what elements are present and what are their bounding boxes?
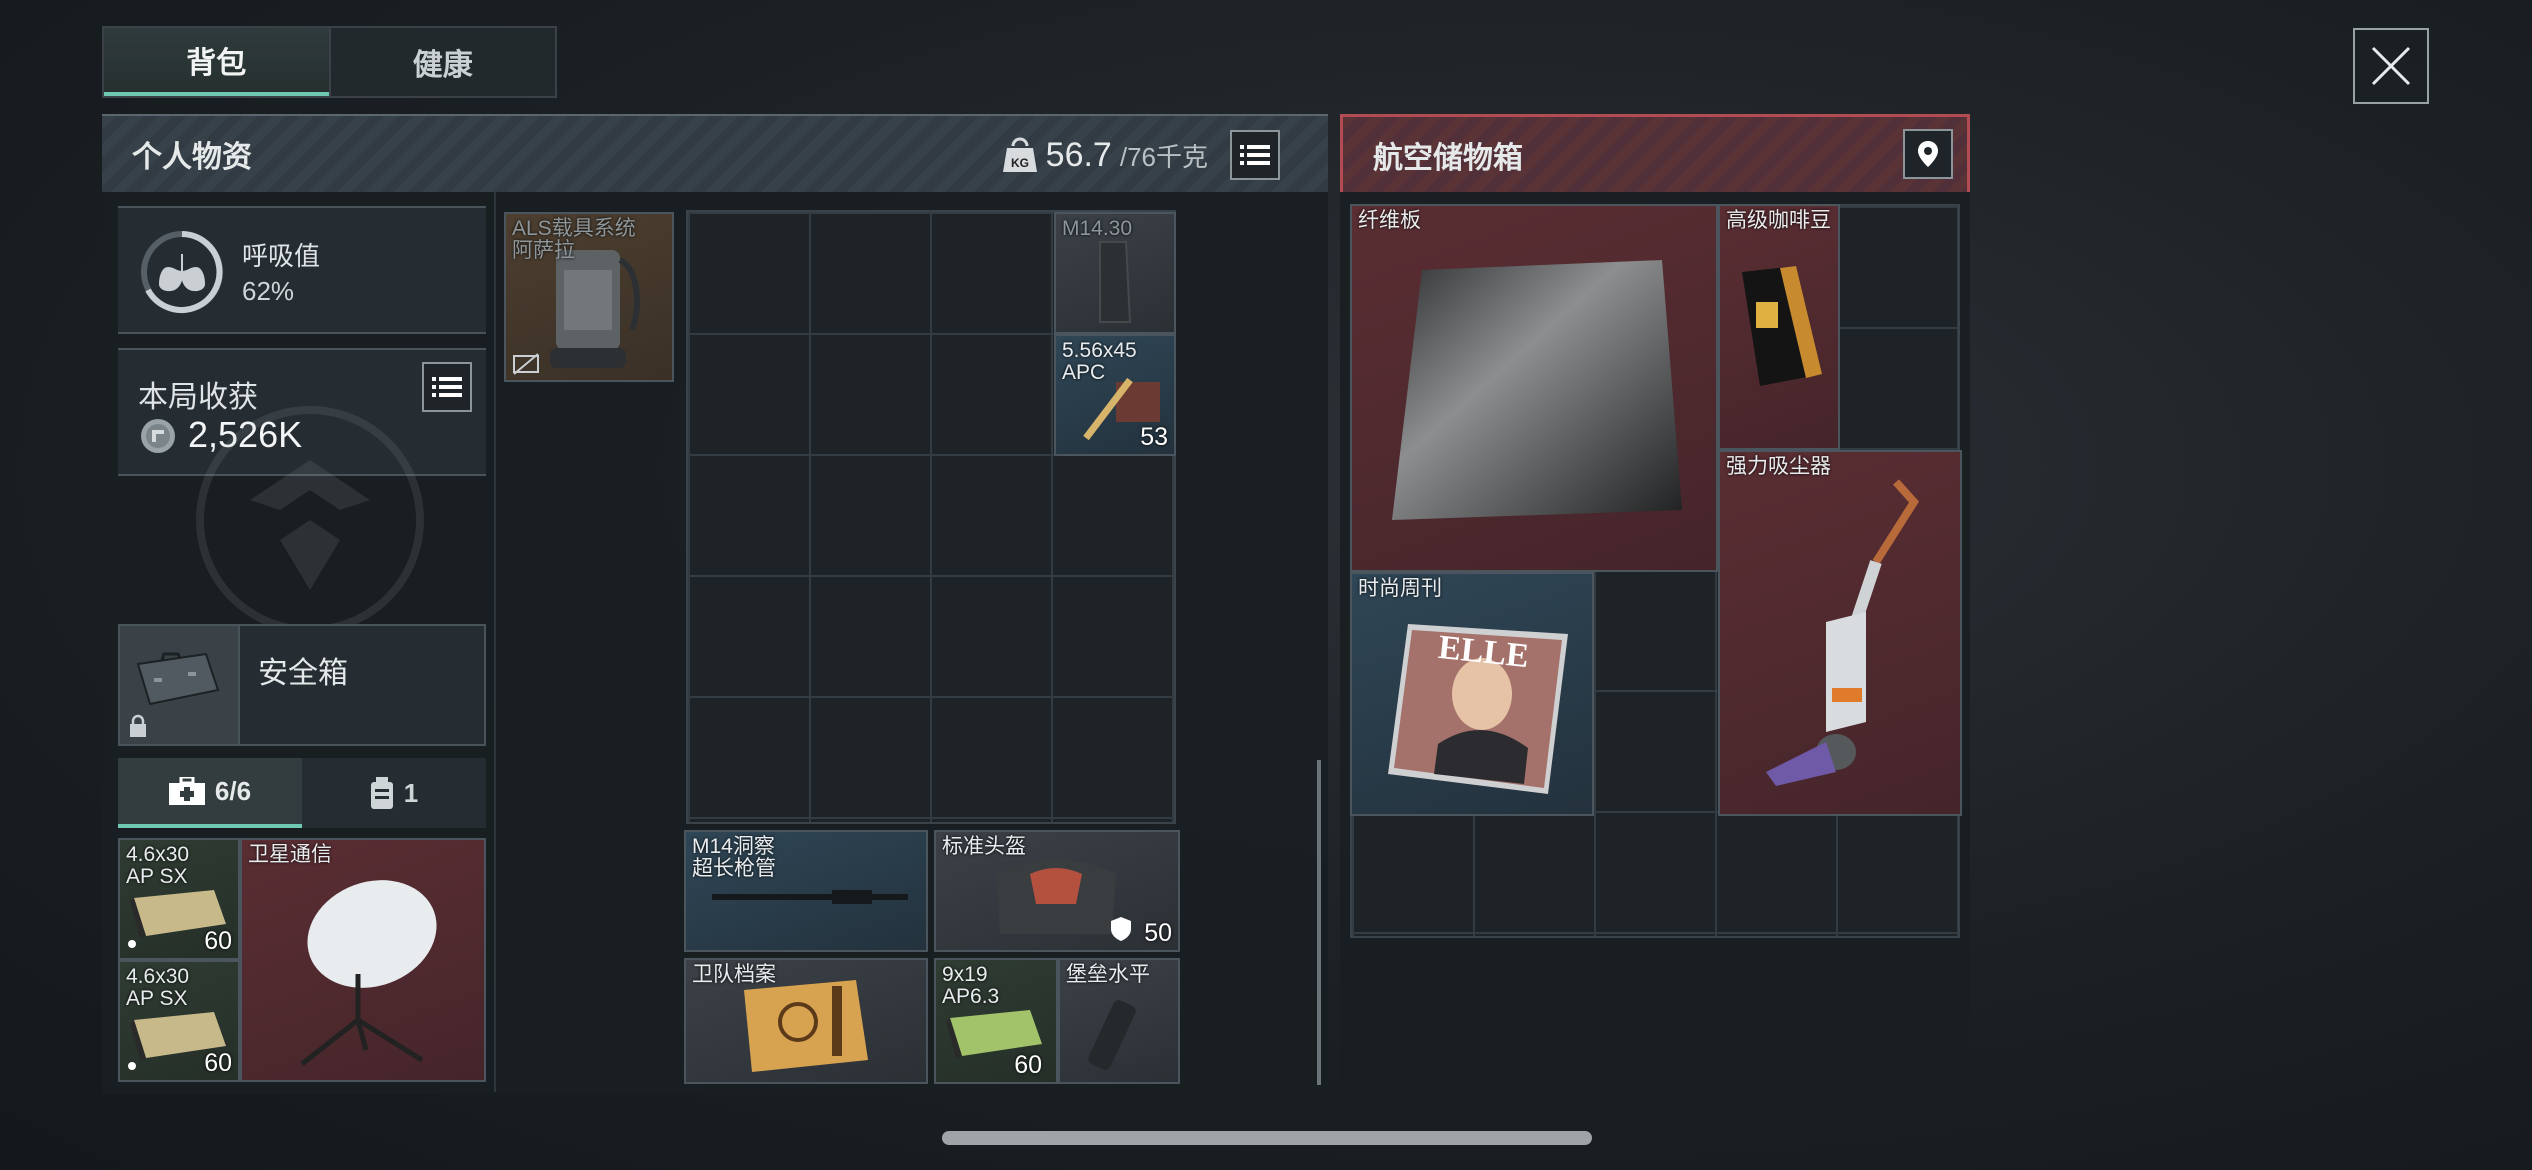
close-icon [2371, 46, 2411, 86]
coffee-bag-icon [1742, 266, 1822, 386]
item-name: ALS载具系统 阿萨拉 [512, 217, 636, 262]
item-name: 高级咖啡豆 [1726, 209, 1831, 232]
safe-box-label: 安全箱 [258, 657, 348, 690]
tab-backpack-pouch-label: 1 [403, 777, 419, 808]
panel-title: 个人物资 [132, 141, 252, 174]
lungs-icon [141, 231, 223, 313]
tab-medkit[interactable]: 6/6 [118, 758, 302, 828]
tab-backpack-pouch[interactable]: 1 [302, 758, 486, 828]
item-name: 纤维板 [1358, 209, 1421, 232]
item-name: 标准头盔 [942, 835, 1026, 858]
spray-can-icon [1088, 1000, 1136, 1070]
lock-icon [130, 714, 146, 737]
safe-box-slot [120, 626, 240, 744]
item-qty: 60 [204, 1049, 232, 1077]
personal-supplies-header: 个人物资 KG 56.7 /76千克 [102, 114, 1328, 192]
item-name: 4.6x30 AP SX [126, 965, 190, 1010]
m14-long-barrel-item[interactable]: M14洞察 超长枪管 [684, 830, 928, 952]
item-name: 5.56x45 APC [1062, 339, 1137, 384]
medkit-icon [168, 777, 205, 805]
briefcase-icon [136, 652, 220, 706]
backpack-scrollbar[interactable] [1317, 760, 1321, 1085]
air-storage-header: 航空储物箱 [1340, 114, 1970, 192]
m14-magazine-item[interactable]: M14.30 [1054, 212, 1176, 334]
item-name: 9x19 AP6.3 [942, 963, 1000, 1008]
location-pin-icon [1918, 141, 1938, 167]
barrel-icon [712, 890, 908, 904]
kg-weight-icon: KG [1002, 137, 1037, 172]
item-name: 卫队档案 [692, 963, 776, 986]
item-name: 堡垒水平 [1066, 963, 1150, 986]
item-name: M14洞察 超长枪管 [692, 835, 776, 880]
dot-indicator [128, 1062, 136, 1070]
tab-backpack[interactable]: 背包 [104, 28, 329, 96]
weight-current: 56.7 [1045, 135, 1112, 174]
emblem-watermark [196, 406, 424, 634]
ammo-4.6x30-item[interactable]: 4.6x30 AP SX 60 [118, 838, 240, 960]
magazine-icon [1099, 241, 1132, 323]
ammo-5.56x45-item[interactable]: 5.56x45 APC 53 [1054, 334, 1176, 456]
magazine-icon: ELLE [1388, 624, 1568, 794]
satellite-dish-icon [300, 880, 437, 1066]
item-qty: 53 [1140, 423, 1168, 451]
breath-label: 呼吸值 [242, 241, 321, 271]
panel-title: 航空储物箱 [1373, 141, 1523, 175]
svg-text:KG: KG [1011, 156, 1029, 170]
standard-helmet-item[interactable]: 标准头盔 50 [934, 830, 1180, 952]
breath-card: 呼吸值 62% [118, 206, 486, 334]
item-name: 卫星通信 [248, 843, 332, 866]
locate-button[interactable] [1903, 129, 1953, 179]
vacuum-cleaner-item[interactable]: 强力吸尘器 [1718, 450, 1962, 816]
fashion-weekly-item[interactable]: 时尚周刊 ELLE [1350, 572, 1594, 816]
ammo-4.6x30-item[interactable]: 4.6x30 AP SX 60 [118, 960, 240, 1082]
list-icon [432, 377, 462, 397]
item-qty: 60 [204, 927, 232, 955]
als-vehicle-system-item[interactable]: ALS载具系统 阿萨拉 [504, 212, 674, 382]
item-name: 时尚周刊 [1358, 577, 1442, 600]
item-name: 4.6x30 AP SX [126, 843, 190, 888]
guard-archive-item[interactable]: 卫队档案 [684, 958, 928, 1084]
item-name: 强力吸尘器 [1726, 455, 1831, 478]
item-name: M14.30 [1062, 217, 1133, 240]
tab-medkit-label: 6/6 [214, 775, 252, 806]
dot-indicator [128, 940, 136, 948]
fortress-level-item[interactable]: 堡垒水平 [1058, 958, 1180, 1084]
top-tabs: 背包 健康 [102, 26, 557, 98]
document-icon [744, 980, 868, 1072]
close-button[interactable] [2353, 28, 2429, 104]
backpack-icon [370, 777, 393, 809]
fiberboard-item[interactable]: 纤维板 [1350, 204, 1718, 572]
sort-list-button[interactable] [1230, 130, 1280, 180]
shield-icon [1111, 917, 1131, 941]
column-divider [494, 192, 496, 1092]
helmet-bag-icon [996, 859, 1116, 934]
ammo-9x19-item[interactable]: 9x19 AP6.3 60 [934, 958, 1058, 1084]
home-indicator [942, 1131, 1592, 1145]
pouch-tabs: 6/6 1 [118, 758, 486, 828]
premium-coffee-item[interactable]: 高级咖啡豆 [1718, 204, 1840, 450]
item-qty: 60 [1014, 1051, 1042, 1079]
list-icon [1240, 145, 1270, 165]
weight-max: /76千克 [1119, 141, 1208, 172]
safe-box-card[interactable]: 安全箱 [118, 624, 486, 746]
satellite-comm-item[interactable]: 卫星通信 [240, 838, 486, 1082]
weight-display: KG 56.7 /76千克 [1002, 116, 1208, 194]
vacuum-icon [1766, 479, 1920, 786]
coin-icon [141, 419, 175, 453]
item-qty: 50 [1144, 919, 1172, 947]
tab-health[interactable]: 健康 [328, 28, 556, 96]
fiberboard-icon [1392, 260, 1682, 520]
breath-value: 62% [242, 276, 295, 306]
no-signal-icon [513, 353, 539, 375]
